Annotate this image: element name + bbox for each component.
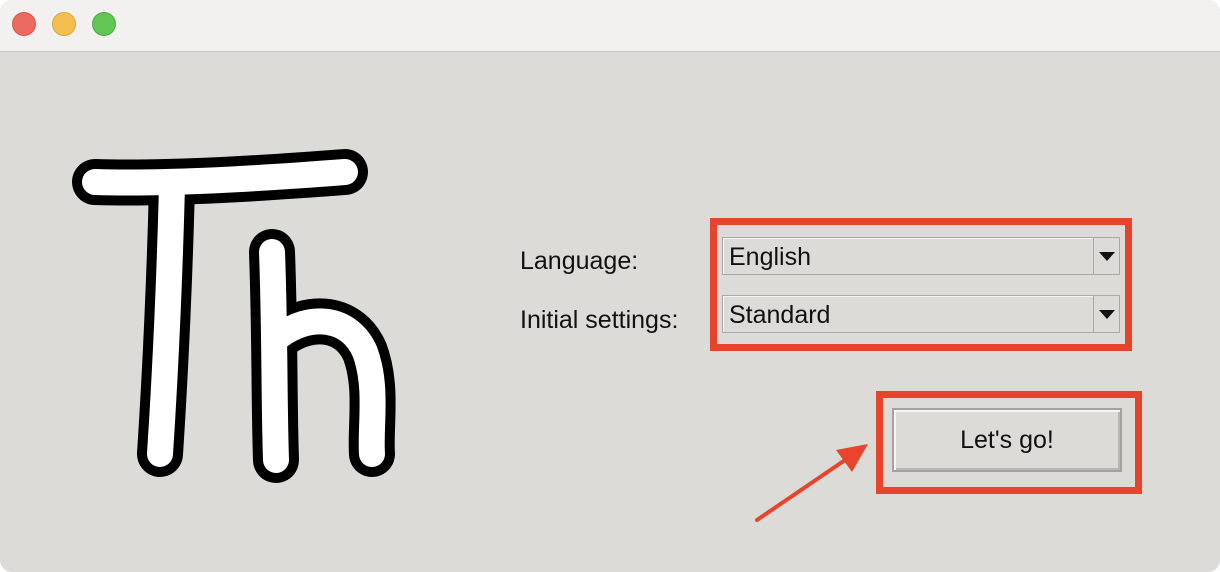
language-label: Language: — [520, 247, 639, 275]
app-window: Language: Initial settings: English Stan… — [0, 0, 1220, 572]
dropdowns-highlight-box — [710, 218, 1132, 351]
app-logo — [72, 149, 396, 483]
annotation-arrow-icon — [755, 444, 868, 522]
maximize-window-button[interactable] — [92, 12, 116, 36]
minimize-window-button[interactable] — [52, 12, 76, 36]
close-window-button[interactable] — [12, 12, 36, 36]
title-bar — [0, 0, 1220, 52]
welcome-dialog: Language: Initial settings: English Stan… — [0, 52, 1220, 572]
initial-settings-label: Initial settings: — [520, 306, 679, 334]
button-highlight-box — [876, 391, 1142, 494]
